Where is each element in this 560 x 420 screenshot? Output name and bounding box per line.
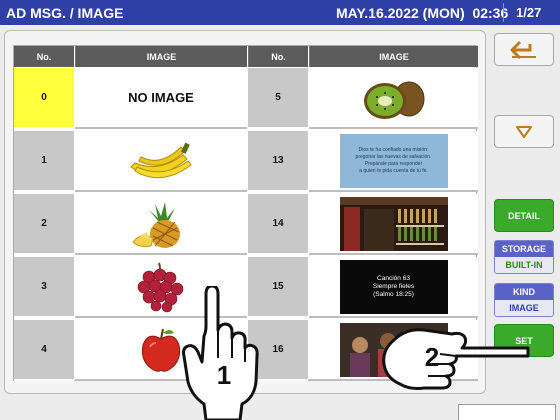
- wine-shop-image: [339, 196, 448, 251]
- verse-text-image: Dios te ha confiado una misión: pregonar…: [339, 133, 448, 188]
- detail-button[interactable]: DETAIL: [494, 199, 554, 232]
- header-no: No.: [248, 46, 308, 67]
- header-image: IMAGE: [75, 46, 247, 67]
- triangle-down-icon: [516, 125, 532, 138]
- image-table: No. IMAGE No. IMAGE 0 NO IMAGE 1 2 3 4 5…: [13, 45, 478, 381]
- image-cell[interactable]: [309, 194, 478, 255]
- row-number-cell[interactable]: 2: [14, 194, 74, 255]
- page-indicator: 1/27: [516, 5, 542, 20]
- image-cell[interactable]: [309, 320, 478, 381]
- image-text-line: pregonar las nuevas de salvación.: [355, 153, 432, 160]
- banana-image: [130, 142, 192, 178]
- kiwi-image: [363, 81, 424, 119]
- image-text-line: (Salmo 18:25): [373, 290, 414, 298]
- status-box: [458, 404, 556, 420]
- image-cell[interactable]: [75, 131, 247, 192]
- row-number-cell[interactable]: 16: [248, 320, 308, 381]
- divider: [503, 3, 504, 22]
- storage-selector[interactable]: STORAGE BUILT-IN: [494, 240, 554, 274]
- song-text-image: Canción 63 Siempre fieles (Salmo 18:25): [339, 259, 448, 314]
- date-time: MAY.16.2022 (MON) 02:36: [336, 5, 509, 21]
- no-image-label: NO IMAGE: [128, 90, 194, 105]
- row-number-cell[interactable]: 14: [248, 194, 308, 255]
- pineapple-image: [132, 201, 180, 248]
- row-number-cell[interactable]: 1: [14, 131, 74, 192]
- storage-label: STORAGE: [495, 241, 553, 257]
- image-cell[interactable]: [309, 68, 478, 129]
- title-bar: AD MSG. / IMAGE MAY.16.2022 (MON) 02:36 …: [0, 0, 560, 25]
- kind-selector[interactable]: KIND IMAGE: [494, 283, 554, 317]
- header-image: IMAGE: [309, 46, 478, 67]
- row-number-cell[interactable]: 5: [248, 68, 308, 129]
- row-number-cell[interactable]: 15: [248, 257, 308, 318]
- scroll-down-button[interactable]: [494, 115, 554, 148]
- image-text-line: Canción 63: [377, 274, 410, 282]
- image-cell[interactable]: [75, 257, 247, 318]
- row-number-cell[interactable]: 4: [14, 320, 74, 381]
- row-number-cell[interactable]: 13: [248, 131, 308, 192]
- row-number-cell[interactable]: 3: [14, 257, 74, 318]
- image-text-line: Dios te ha confiado una misión:: [358, 146, 429, 153]
- apple-image: [141, 328, 181, 372]
- row-number-cell[interactable]: 0: [14, 68, 74, 129]
- image-cell[interactable]: Dios te ha confiado una misión: pregonar…: [309, 131, 478, 192]
- image-text-line: a quien te pida cuenta de tu fe.: [359, 167, 428, 174]
- image-cell[interactable]: [75, 320, 247, 381]
- return-arrow-icon: [510, 40, 536, 59]
- screen-title: AD MSG. / IMAGE: [6, 5, 124, 21]
- image-cell[interactable]: [75, 194, 247, 255]
- people-photo-image: [339, 322, 448, 377]
- set-button[interactable]: SET: [494, 324, 554, 357]
- image-text-line: Siempre fieles: [372, 282, 415, 290]
- image-text-line: Prepárate para responder: [364, 160, 423, 167]
- grapes-image: [137, 262, 184, 312]
- image-cell[interactable]: NO IMAGE: [75, 68, 247, 129]
- back-button[interactable]: [494, 33, 554, 66]
- kind-label: KIND: [495, 284, 553, 300]
- storage-value: BUILT-IN: [495, 257, 553, 273]
- kind-value: IMAGE: [495, 300, 553, 316]
- header-no: No.: [14, 46, 74, 67]
- image-cell[interactable]: Canción 63 Siempre fieles (Salmo 18:25): [309, 257, 478, 318]
